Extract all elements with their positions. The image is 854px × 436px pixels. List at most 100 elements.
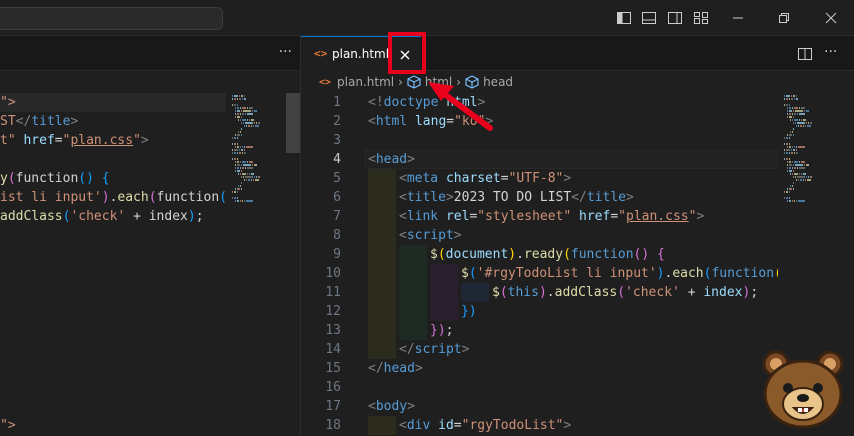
code-token: ( bbox=[617, 285, 626, 300]
minimap-line bbox=[242, 152, 243, 154]
minimap-line bbox=[237, 167, 239, 169]
toggle-panel-icon[interactable] bbox=[641, 10, 657, 26]
line-number: 2 bbox=[333, 114, 341, 129]
code-token: "UTF-8" bbox=[508, 171, 564, 186]
breadcrumb-head-label: head bbox=[483, 75, 514, 89]
minimap-line bbox=[797, 176, 805, 178]
breadcrumb-head[interactable]: head bbox=[465, 75, 513, 89]
breadcrumb: <> plan.html › html › head bbox=[301, 71, 854, 93]
close-window-button[interactable] bbox=[808, 0, 854, 36]
command-center-search[interactable] bbox=[0, 7, 223, 30]
minimap-line bbox=[240, 167, 241, 169]
minimap-line bbox=[255, 179, 259, 181]
minimap-line bbox=[787, 116, 788, 118]
minimap-line bbox=[244, 125, 245, 127]
minimap-line bbox=[793, 182, 794, 184]
code-token: <! bbox=[368, 95, 384, 110]
minimap-line bbox=[792, 131, 793, 133]
minimap-line bbox=[800, 125, 802, 127]
left-editor-group: ··· "> ST</title> t" href="plan.css"> y(fun… bbox=[0, 36, 300, 436]
minimap-line bbox=[248, 179, 250, 181]
minimap-line bbox=[806, 122, 807, 124]
left-more-actions-button[interactable]: ··· bbox=[279, 44, 292, 60]
breadcrumb-html[interactable]: html bbox=[407, 75, 452, 89]
split-editor-icon[interactable] bbox=[797, 46, 813, 62]
minimap-line bbox=[232, 197, 233, 199]
line-number: 5 bbox=[333, 171, 341, 186]
minimap-line bbox=[249, 161, 253, 163]
minimap-line bbox=[247, 119, 248, 121]
minimap-line bbox=[246, 200, 253, 202]
left-code-line bbox=[0, 226, 226, 245]
minimap-line bbox=[237, 113, 239, 115]
minimap-line bbox=[258, 122, 260, 124]
code-token: > bbox=[485, 114, 494, 129]
minimap-line bbox=[803, 173, 806, 175]
left-code-text: ST</title> bbox=[0, 112, 78, 131]
code-token: > bbox=[477, 95, 486, 110]
code-token: lang bbox=[414, 114, 447, 129]
code-token: ) bbox=[508, 247, 517, 262]
minimap-line bbox=[784, 158, 785, 160]
code-editor[interactable]: 1 <!doctype html> 2 <html lang="ko"> 3 4 <head… bbox=[301, 93, 778, 436]
more-actions-button[interactable]: ··· bbox=[824, 44, 837, 60]
minimap-line bbox=[238, 119, 239, 121]
minimap-line bbox=[235, 110, 236, 112]
minimap-line bbox=[237, 152, 238, 154]
code-token: }) bbox=[430, 323, 446, 338]
minimap-line bbox=[784, 104, 785, 106]
minimize-button[interactable] bbox=[715, 0, 761, 36]
code-line: 6 <title>2023 TO DO LIST</title> bbox=[301, 188, 778, 207]
left-code-line bbox=[0, 283, 226, 302]
code-token: { bbox=[101, 171, 110, 186]
code-token: rel bbox=[445, 209, 470, 224]
minimap-line bbox=[790, 131, 791, 133]
minimap-line bbox=[799, 119, 800, 121]
minimap-line bbox=[234, 197, 236, 199]
minimap-line bbox=[232, 98, 233, 100]
minimap-line bbox=[237, 110, 240, 112]
left-breadcrumb bbox=[0, 71, 300, 93]
breadcrumb-file[interactable]: <> plan.html bbox=[319, 75, 394, 89]
code-token: doctype bbox=[383, 95, 439, 110]
code-token: ) bbox=[187, 209, 196, 224]
minimap-line bbox=[798, 125, 799, 127]
left-minimap[interactable] bbox=[226, 93, 286, 436]
minimap-line bbox=[237, 98, 238, 100]
code-token: addClass bbox=[0, 209, 63, 224]
minimap-line bbox=[241, 122, 242, 124]
code-token: > bbox=[407, 152, 415, 167]
line-number: 17 bbox=[325, 399, 341, 414]
toggle-secondary-sidebar-icon[interactable] bbox=[667, 10, 683, 26]
code-token: > bbox=[461, 342, 470, 357]
code-token: > bbox=[414, 361, 423, 376]
minimap-line bbox=[237, 107, 239, 109]
minimap-line bbox=[808, 176, 809, 178]
code-token: ; bbox=[195, 209, 204, 224]
code-line: 2 <html lang="ko"> bbox=[301, 112, 778, 131]
minimap-line bbox=[796, 149, 797, 151]
minimap-line bbox=[792, 146, 793, 148]
left-scrollbar-thumb[interactable] bbox=[286, 93, 300, 153]
minimap-line bbox=[787, 167, 788, 169]
left-code-line bbox=[0, 302, 226, 321]
close-window-icon bbox=[825, 12, 837, 24]
code-token: document bbox=[445, 247, 509, 262]
minimap-line bbox=[784, 137, 785, 139]
customize-layout-icon[interactable] bbox=[693, 10, 709, 26]
minimap-line bbox=[786, 104, 788, 106]
minimap-line bbox=[244, 146, 245, 148]
code-token: ST bbox=[0, 114, 16, 129]
toggle-primary-sidebar-icon[interactable] bbox=[616, 10, 632, 26]
minimap-line bbox=[791, 98, 793, 100]
code-token: " bbox=[133, 133, 141, 148]
left-code-area[interactable]: "> ST</title> t" href="plan.css"> y(functio… bbox=[0, 93, 226, 436]
minimap-line bbox=[787, 113, 788, 115]
minimap-line bbox=[242, 167, 244, 169]
restore-button[interactable] bbox=[761, 0, 807, 36]
code-line: 8 <script> bbox=[301, 226, 778, 245]
minimap-line bbox=[241, 134, 242, 136]
minimap-line bbox=[237, 146, 239, 148]
minimap-line bbox=[789, 152, 790, 154]
